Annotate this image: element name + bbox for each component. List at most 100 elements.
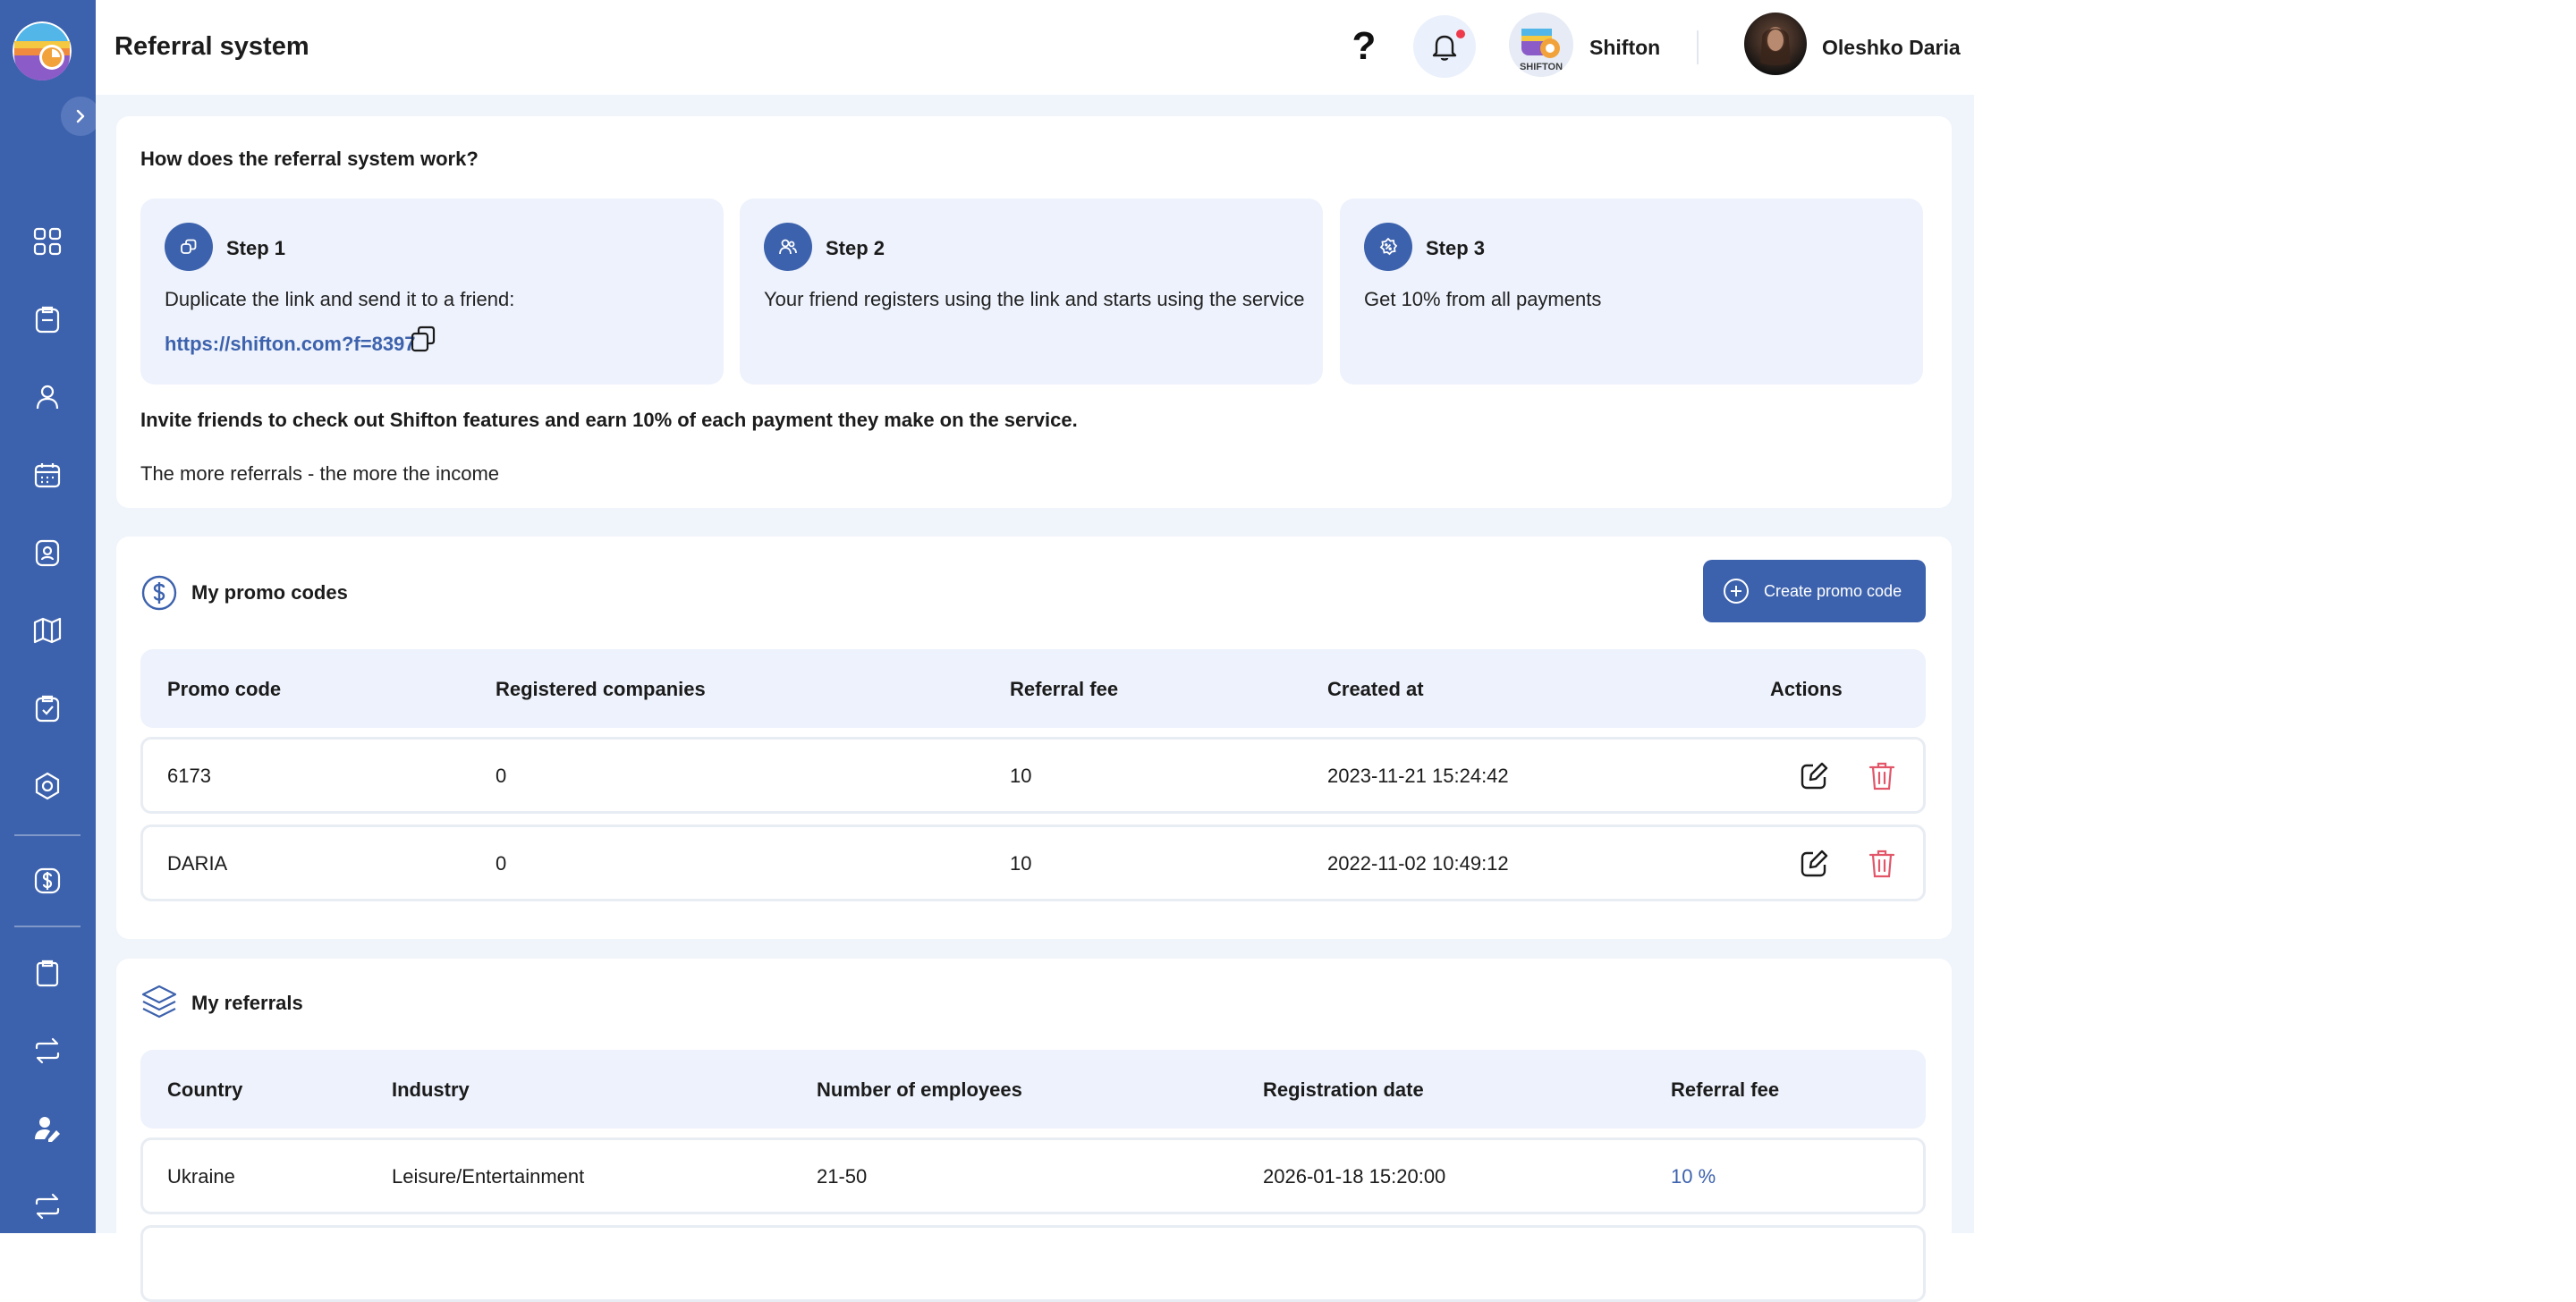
promo-codes-card: My promo codes Create promo code Promo c…: [116, 537, 1952, 939]
industry-cell: Leisure/Entertainment: [392, 1165, 585, 1188]
column-header: Number of employees: [817, 1078, 1022, 1101]
table-row: [140, 1225, 1926, 1302]
clipboard-icon: [35, 306, 60, 334]
column-header: Actions: [1770, 678, 1843, 700]
trash-icon: [1868, 762, 1895, 790]
referrals-card: My referrals Country Industry Number of …: [116, 959, 1952, 1302]
companies-cell: 0: [496, 852, 507, 875]
trash-icon: [1868, 850, 1895, 878]
column-header: Created at: [1327, 678, 1424, 700]
sidebar-item-checklist[interactable]: [30, 690, 65, 726]
fee-cell: 10: [1010, 765, 1032, 787]
step-card-1: Step 1 Duplicate the link and send it to…: [140, 199, 724, 385]
step-title: Step 2: [826, 237, 886, 259]
table-row: DARIA 0 10 2022-11-02 10:49:12: [140, 824, 1926, 901]
sidebar-item-exchange[interactable]: [30, 1033, 65, 1069]
column-header: Industry: [392, 1078, 470, 1101]
how-it-works-card: How does the referral system work? Step …: [116, 116, 1952, 508]
app: Referral system ? SHIFTON Shifton Oleshk…: [0, 0, 2576, 1302]
step-title: Step 1: [226, 237, 286, 259]
copy-link-icon[interactable]: [409, 324, 439, 354]
hexagon-settings-icon: [35, 772, 60, 800]
how-it-works-title: How does the referral system work?: [140, 148, 479, 170]
dollar-circle-icon: [140, 574, 178, 612]
promo-code-cell: DARIA: [167, 852, 228, 875]
table-row: Ukraine Leisure/Entertainment 21-50 2026…: [140, 1137, 1926, 1214]
sidebar-item-sync[interactable]: [30, 1188, 65, 1224]
step-text: Your friend registers using the link and…: [764, 288, 1305, 310]
fee-cell: 10: [1010, 852, 1032, 875]
edit-button[interactable]: [1797, 847, 1831, 881]
referral-link[interactable]: https://shifton.com?f=8397: [165, 333, 416, 356]
column-header: Registration date: [1263, 1078, 1424, 1101]
step-text: Duplicate the link and send it to a frie…: [165, 288, 515, 310]
clipboard-check-icon: [35, 695, 60, 723]
page-title: Referral system: [114, 32, 309, 61]
referrals-table-header: Country Industry Number of employees Reg…: [140, 1050, 1926, 1129]
map-icon: [33, 617, 62, 644]
create-promo-code-button[interactable]: Create promo code: [1703, 560, 1926, 622]
edit-icon: [1801, 850, 1828, 877]
main-content: How does the referral system work? Step …: [96, 95, 1974, 1302]
sidebar-item-badge[interactable]: [30, 535, 65, 571]
users-step-icon: [764, 223, 812, 271]
percent-step-icon: [1364, 223, 1412, 271]
sidebar-divider: [14, 834, 80, 836]
create-promo-code-label: Create promo code: [1764, 581, 1902, 600]
dollar-icon: [34, 867, 61, 894]
sidebar: [0, 0, 100, 1233]
notification-dot: [1456, 30, 1465, 38]
chevron-right-icon: [76, 109, 85, 123]
column-header: Country: [167, 1078, 243, 1101]
company-avatar[interactable]: SHIFTON: [1509, 13, 1573, 77]
notes-icon: [36, 960, 59, 987]
arrows-icon: [35, 1193, 60, 1220]
user-icon: [36, 385, 59, 410]
column-header: Referral fee: [1671, 1078, 1780, 1101]
sidebar-toggle-button[interactable]: [61, 97, 100, 136]
companies-cell: 0: [496, 765, 507, 787]
referrals-title: My referrals: [191, 992, 303, 1014]
help-icon[interactable]: ?: [1344, 25, 1384, 68]
arrows-icon: [35, 1037, 60, 1064]
sidebar-item-users[interactable]: [30, 379, 65, 415]
sidebar-item-account[interactable]: [30, 1111, 65, 1146]
promo-codes-title: My promo codes: [191, 581, 348, 604]
sidebar-item-dashboard[interactable]: [30, 224, 65, 259]
user-name[interactable]: Oleshko Daria: [1822, 36, 1961, 60]
company-logo-text: SHIFTON: [1520, 62, 1563, 72]
table-row: 6173 0 10 2023-11-21 15:24:42: [140, 737, 1926, 814]
country-cell: Ukraine: [167, 1165, 235, 1188]
sidebar-item-reports[interactable]: [30, 955, 65, 991]
sidebar-divider: [14, 926, 80, 927]
step-title: Step 3: [1426, 237, 1486, 259]
copy-step-icon: [165, 223, 213, 271]
notifications-button[interactable]: [1413, 15, 1476, 78]
more-referrals-text: The more referrals - the more the income: [140, 462, 500, 485]
layers-icon: [140, 984, 178, 1021]
delete-button[interactable]: [1865, 759, 1899, 793]
sidebar-item-calendar[interactable]: [30, 457, 65, 493]
header: Referral system ? SHIFTON Shifton Oleshk…: [96, 0, 1974, 95]
calendar-icon: [34, 463, 61, 488]
sidebar-item-settings[interactable]: [30, 768, 65, 804]
id-badge-icon: [35, 539, 60, 567]
promo-table-header: Promo code Registered companies Referral…: [140, 649, 1926, 728]
app-logo[interactable]: [13, 21, 72, 80]
step-card-3: Step 3 Get 10% from all payments: [1340, 199, 1923, 385]
promo-code-cell: 6173: [167, 765, 211, 787]
employees-cell: 21-50: [817, 1165, 868, 1188]
column-header: Referral fee: [1010, 678, 1119, 700]
step-card-2: Step 2 Your friend registers using the l…: [740, 199, 1323, 385]
delete-button[interactable]: [1865, 847, 1899, 881]
edit-button[interactable]: [1797, 759, 1831, 793]
user-avatar[interactable]: [1744, 13, 1807, 75]
header-divider: [1697, 30, 1699, 64]
sidebar-item-payments[interactable]: [30, 863, 65, 899]
created-cell: 2022-11-02 10:49:12: [1327, 852, 1509, 875]
sidebar-item-tasks[interactable]: [30, 301, 65, 337]
edit-icon: [1801, 762, 1828, 790]
referral-fee-cell: 10 %: [1671, 1165, 1716, 1188]
company-name[interactable]: Shifton: [1589, 36, 1660, 60]
sidebar-item-map[interactable]: [30, 613, 65, 648]
